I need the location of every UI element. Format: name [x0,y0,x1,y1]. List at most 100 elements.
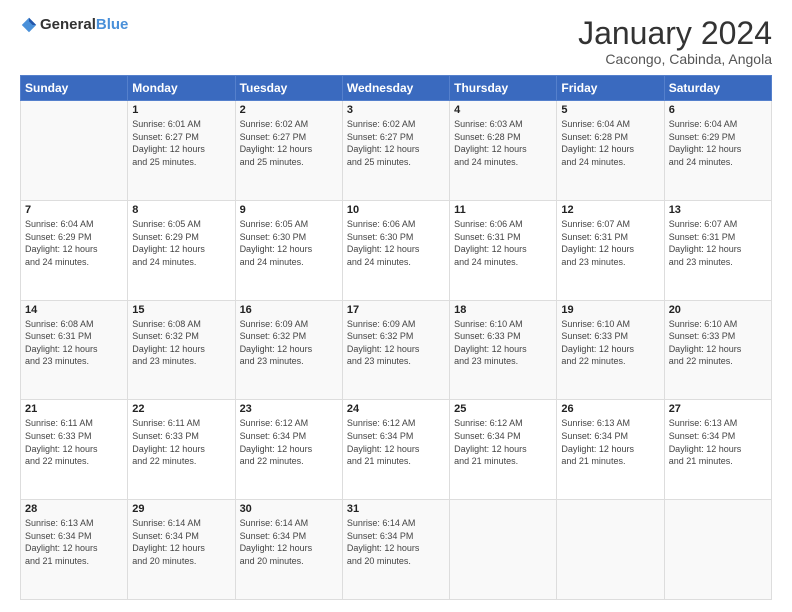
day-content: Sunrise: 6:12 AM Sunset: 6:34 PM Dayligh… [454,417,552,467]
calendar-cell: 1 Sunrise: 6:01 AM Sunset: 6:27 PM Daylig… [128,101,235,201]
day-content: Sunrise: 6:06 AM Sunset: 6:31 PM Dayligh… [454,218,552,268]
header-day-thursday: Thursday [450,76,557,101]
day-number: 30 [240,503,338,515]
week-row-2: 7 Sunrise: 6:04 AM Sunset: 6:29 PM Daylig… [21,200,772,300]
calendar-cell: 3 Sunrise: 6:02 AM Sunset: 6:27 PM Daylig… [342,101,449,201]
calendar-cell: 13Sunrise: 6:07 AM Sunset: 6:31 PM Dayli… [664,200,771,300]
calendar-cell: 30 Sunrise: 6:14 AM Sunset: 6:34 PM Dayli… [235,500,342,600]
header-day-sunday: Sunday [21,76,128,101]
day-content: Sunrise: 6:12 AM Sunset: 6:34 PM Dayligh… [347,417,445,467]
day-number: 28 [25,503,123,515]
day-content: Sunrise: 6:13 AM Sunset: 6:34 PM Dayligh… [561,417,659,467]
day-number: 26 [561,403,659,415]
calendar-cell: 14Sunrise: 6:08 AM Sunset: 6:31 PM Dayli… [21,300,128,400]
logo: GeneralBlue [20,16,128,34]
day-content: Sunrise: 6:03 AM Sunset: 6:28 PM Dayligh… [454,118,552,168]
day-content: Sunrise: 6:12 AM Sunset: 6:34 PM Dayligh… [240,417,338,467]
day-number: 8 [132,204,230,216]
week-row-4: 21 Sunrise: 6:11 AM Sunset: 6:33 PM Dayli… [21,400,772,500]
calendar-cell: 6Sunrise: 6:04 AM Sunset: 6:29 PM Daylig… [664,101,771,201]
day-number: 12 [561,204,659,216]
day-number: 22 [132,403,230,415]
day-content: Sunrise: 6:08 AM Sunset: 6:32 PM Dayligh… [132,318,230,368]
day-number: 20 [669,304,767,316]
calendar-cell: 16Sunrise: 6:09 AM Sunset: 6:32 PM Dayli… [235,300,342,400]
day-number: 15 [132,304,230,316]
day-content: Sunrise: 6:05 AM Sunset: 6:29 PM Dayligh… [132,218,230,268]
calendar-cell: 11 Sunrise: 6:06 AM Sunset: 6:31 PM Dayli… [450,200,557,300]
calendar-cell [557,500,664,600]
title-block: January 2024 Cacongo, Cabinda, Angola [578,16,772,67]
logo-text-blue: Blue [96,16,129,33]
day-content: Sunrise: 6:14 AM Sunset: 6:34 PM Dayligh… [240,517,338,567]
day-number: 10 [347,204,445,216]
logo-icon [20,16,38,34]
day-number: 5 [561,104,659,116]
day-number: 27 [669,403,767,415]
day-content: Sunrise: 6:11 AM Sunset: 6:33 PM Dayligh… [132,417,230,467]
day-content: Sunrise: 6:09 AM Sunset: 6:32 PM Dayligh… [347,318,445,368]
day-number: 21 [25,403,123,415]
calendar-cell: 10 Sunrise: 6:06 AM Sunset: 6:30 PM Dayli… [342,200,449,300]
day-number: 1 [132,104,230,116]
calendar-cell: 26 Sunrise: 6:13 AM Sunset: 6:34 PM Dayli… [557,400,664,500]
day-content: Sunrise: 6:04 AM Sunset: 6:29 PM Dayligh… [25,218,123,268]
day-number: 11 [454,204,552,216]
logo-text-general: General [40,16,96,33]
day-number: 14 [25,304,123,316]
header-row: SundayMondayTuesdayWednesdayThursdayFrid… [21,76,772,101]
week-row-5: 28 Sunrise: 6:13 AM Sunset: 6:34 PM Dayli… [21,500,772,600]
header-day-tuesday: Tuesday [235,76,342,101]
day-number: 24 [347,403,445,415]
header-day-saturday: Saturday [664,76,771,101]
header-day-friday: Friday [557,76,664,101]
day-content: Sunrise: 6:11 AM Sunset: 6:33 PM Dayligh… [25,417,123,467]
day-content: Sunrise: 6:10 AM Sunset: 6:33 PM Dayligh… [454,318,552,368]
day-number: 7 [25,204,123,216]
calendar-cell: 8 Sunrise: 6:05 AM Sunset: 6:29 PM Daylig… [128,200,235,300]
title-location: Cacongo, Cabinda, Angola [578,51,772,67]
calendar-cell: 4Sunrise: 6:03 AM Sunset: 6:28 PM Daylig… [450,101,557,201]
calendar-cell: 17 Sunrise: 6:09 AM Sunset: 6:32 PM Dayli… [342,300,449,400]
calendar-body: 1 Sunrise: 6:01 AM Sunset: 6:27 PM Daylig… [21,101,772,600]
day-content: Sunrise: 6:14 AM Sunset: 6:34 PM Dayligh… [132,517,230,567]
calendar-cell: 18 Sunrise: 6:10 AM Sunset: 6:33 PM Dayli… [450,300,557,400]
day-content: Sunrise: 6:05 AM Sunset: 6:30 PM Dayligh… [240,218,338,268]
day-number: 23 [240,403,338,415]
day-content: Sunrise: 6:04 AM Sunset: 6:28 PM Dayligh… [561,118,659,168]
page: GeneralBlue January 2024 Cacongo, Cabind… [0,0,792,612]
day-number: 2 [240,104,338,116]
calendar-cell: 31Sunrise: 6:14 AM Sunset: 6:34 PM Dayli… [342,500,449,600]
day-content: Sunrise: 6:13 AM Sunset: 6:34 PM Dayligh… [25,517,123,567]
calendar-cell: 19Sunrise: 6:10 AM Sunset: 6:33 PM Dayli… [557,300,664,400]
calendar-cell: 29 Sunrise: 6:14 AM Sunset: 6:34 PM Dayli… [128,500,235,600]
day-content: Sunrise: 6:09 AM Sunset: 6:32 PM Dayligh… [240,318,338,368]
calendar-cell: 28 Sunrise: 6:13 AM Sunset: 6:34 PM Dayli… [21,500,128,600]
day-content: Sunrise: 6:07 AM Sunset: 6:31 PM Dayligh… [669,218,767,268]
calendar-cell: 5 Sunrise: 6:04 AM Sunset: 6:28 PM Daylig… [557,101,664,201]
day-content: Sunrise: 6:02 AM Sunset: 6:27 PM Dayligh… [347,118,445,168]
calendar-cell: 25Sunrise: 6:12 AM Sunset: 6:34 PM Dayli… [450,400,557,500]
day-number: 3 [347,104,445,116]
day-number: 29 [132,503,230,515]
day-number: 19 [561,304,659,316]
day-number: 6 [669,104,767,116]
calendar-cell: 15 Sunrise: 6:08 AM Sunset: 6:32 PM Dayli… [128,300,235,400]
header-day-monday: Monday [128,76,235,101]
header-day-wednesday: Wednesday [342,76,449,101]
calendar-cell: 23 Sunrise: 6:12 AM Sunset: 6:34 PM Dayli… [235,400,342,500]
day-content: Sunrise: 6:02 AM Sunset: 6:27 PM Dayligh… [240,118,338,168]
calendar-cell [21,101,128,201]
title-month: January 2024 [578,16,772,51]
day-content: Sunrise: 6:01 AM Sunset: 6:27 PM Dayligh… [132,118,230,168]
day-number: 17 [347,304,445,316]
calendar-cell: 27Sunrise: 6:13 AM Sunset: 6:34 PM Dayli… [664,400,771,500]
calendar-cell: 22 Sunrise: 6:11 AM Sunset: 6:33 PM Dayli… [128,400,235,500]
calendar-cell [664,500,771,600]
calendar-cell [450,500,557,600]
calendar-cell: 2 Sunrise: 6:02 AM Sunset: 6:27 PM Daylig… [235,101,342,201]
day-number: 18 [454,304,552,316]
day-number: 31 [347,503,445,515]
day-content: Sunrise: 6:06 AM Sunset: 6:30 PM Dayligh… [347,218,445,268]
day-content: Sunrise: 6:10 AM Sunset: 6:33 PM Dayligh… [669,318,767,368]
